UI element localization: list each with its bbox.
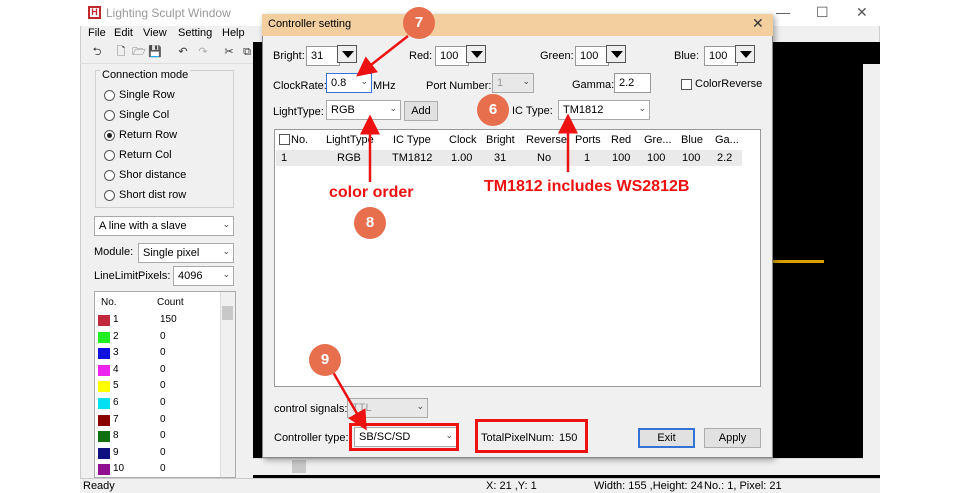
arrow-7 — [356, 35, 409, 77]
badge-6: 6 — [477, 94, 509, 126]
badge-9: 9 — [309, 344, 341, 376]
badge-8: 8 — [354, 207, 386, 239]
tm1812-note: TM1812 includes WS2812B — [484, 178, 690, 195]
arrow-9 — [331, 371, 367, 431]
controller-type-highlight — [349, 423, 459, 451]
color-order-note: color order — [329, 184, 414, 201]
total-pixel-highlight — [475, 419, 588, 453]
badge-7: 7 — [403, 7, 435, 39]
